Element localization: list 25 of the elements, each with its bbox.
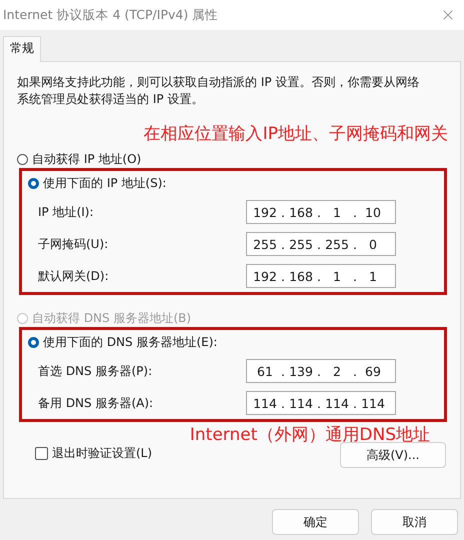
ip-address-field[interactable]: 255 . 255 . 255 . 0 xyxy=(246,232,396,256)
validate-checkbox[interactable]: 退出时验证设置(L) xyxy=(35,445,152,462)
radio-option[interactable]: 自动获得 IP 地址(O) xyxy=(17,151,448,168)
radio-option[interactable]: 使用下面的 DNS 服务器地址(E): xyxy=(28,334,444,351)
field-label: 首选 DNS 服务器(P): xyxy=(38,362,154,380)
ip-address-field[interactable]: 114 . 114 . 114 . 114 xyxy=(246,391,396,415)
dialog-button[interactable]: 取消 xyxy=(371,509,458,535)
field-label: IP 地址(I): xyxy=(38,204,95,220)
ip-address-field[interactable]: 192 . 168 . 1 . 10 xyxy=(246,200,396,224)
description-text: 如果网络支持此功能，则可以获取自动指派的 IP 设置。否则，你需要从网络系统管理员处获得适当的 IP 设置。 xyxy=(17,74,420,108)
radio-option[interactable]: 使用下面的 IP 地址(S): xyxy=(28,175,444,192)
tab[interactable]: 常规 xyxy=(3,36,41,62)
annotation-text: 在相应位置输入IP地址、子网掩码和网关 xyxy=(144,123,448,145)
advanced-button[interactable]: 高级(V)... xyxy=(340,442,446,468)
ip-address-field[interactable]: 61 . 139 . 2 . 69 xyxy=(246,359,396,383)
field-label: 子网掩码(U): xyxy=(38,236,110,252)
dialog-button[interactable]: 确定 xyxy=(272,509,359,535)
radio-button-icon xyxy=(17,313,28,324)
window-title: Internet 协议版本 4 (TCP/IPv4) 属性 xyxy=(3,6,218,24)
radio-button-icon xyxy=(28,178,39,189)
field-label: 备用 DNS 服务器(A): xyxy=(38,394,154,412)
ip-address-field[interactable]: 192 . 168 . 1 . 1 xyxy=(246,264,396,288)
field-label: 默认网关(D): xyxy=(38,268,110,284)
radio-button-icon xyxy=(17,154,28,165)
radio-button-icon xyxy=(28,337,39,348)
